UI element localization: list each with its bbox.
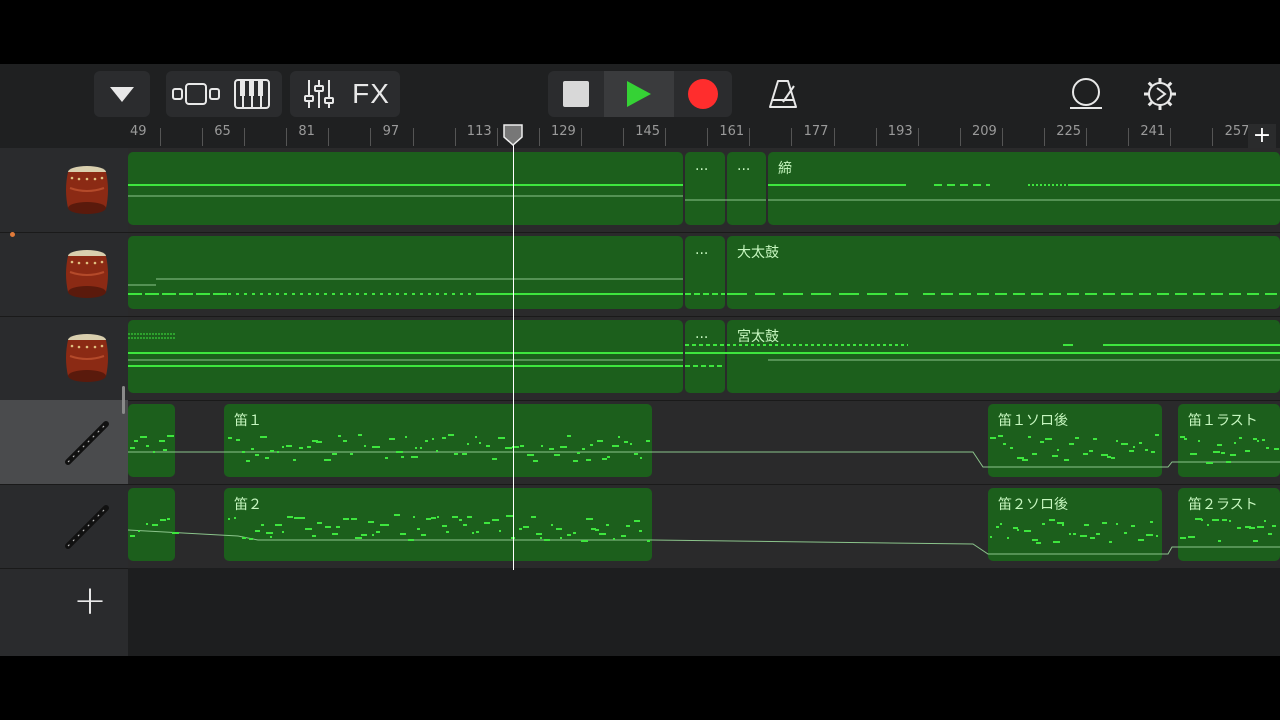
track-lane-taiko-1[interactable]: ... ... 締 (128, 148, 1280, 233)
playhead[interactable] (513, 134, 514, 570)
add-track-button[interactable]: + (60, 576, 120, 626)
bar-number-label: 209 (972, 124, 997, 139)
ruler-tick (1170, 128, 1172, 146)
track-lane-taiko-3[interactable]: ... 宮太鼓 (128, 316, 1280, 401)
midi-notes (128, 278, 1280, 295)
midi-notes (128, 434, 1280, 468)
ruler-tick (665, 128, 667, 146)
loop-icon (1070, 78, 1102, 109)
metronome-button[interactable] (758, 71, 808, 117)
record-icon (688, 79, 718, 109)
bar-number-label: 49 (130, 124, 147, 139)
ruler-tick (1212, 128, 1214, 146)
ruler-tick (707, 128, 709, 146)
bar-number-label: 193 (887, 124, 913, 139)
triangle-down-icon (110, 87, 134, 102)
stop-button[interactable] (548, 81, 604, 107)
taiko-drum-icon (66, 166, 108, 214)
ruler-tick (1044, 128, 1045, 146)
view-buttons-group (166, 71, 282, 117)
bar-number-label: 161 (719, 124, 745, 139)
ruler-tick (328, 128, 330, 146)
track-header-taiko-1[interactable] (0, 148, 128, 233)
plus-icon: + (1252, 123, 1272, 148)
tracks-view-icon (172, 83, 220, 105)
track-header-flute-1[interactable] (0, 400, 128, 485)
bar-number-label: 81 (298, 124, 315, 139)
ruler-tick (833, 128, 835, 146)
ruler-tick (875, 128, 877, 146)
track-lane-taiko-2[interactable]: ... 大太鼓 (128, 232, 1280, 317)
ruler-tick (538, 128, 540, 146)
plus-icon: + (73, 578, 107, 624)
taiko-drum-icon (66, 334, 108, 382)
keyboard-button[interactable] (224, 79, 280, 109)
record-button[interactable] (674, 78, 732, 110)
track-lanes[interactable]: ... ... 締 ... 大太鼓 ... 宮太鼓 笛１ 笛１ソロ後 笛１ラスト… (128, 148, 1280, 569)
ruler-tick (1002, 128, 1003, 146)
midi-notes (128, 514, 1280, 555)
add-section-button[interactable]: + (1248, 124, 1276, 148)
midi-notes (128, 184, 1280, 201)
bar-number-label: 129 (551, 124, 576, 139)
ruler-tick (370, 128, 372, 146)
loop-browser-button[interactable] (1062, 71, 1110, 117)
play-button[interactable] (604, 71, 674, 117)
ruler-tick (244, 128, 246, 146)
ruler-tick (454, 128, 456, 146)
bar-number-label: 65 (214, 124, 231, 139)
bar-number-label: 241 (1140, 124, 1166, 139)
track-header-taiko-2[interactable] (0, 232, 128, 317)
ruler-tick (959, 128, 961, 146)
garageband-app: FX 49 65 81 97 113 129 145 161 177 193 2… (0, 64, 1280, 656)
track-headers: + (0, 148, 128, 656)
ruler-tick (581, 128, 582, 146)
piano-keys-icon (234, 79, 270, 109)
taiko-drum-icon (66, 250, 108, 298)
ruler-tick (202, 128, 203, 146)
bar-number-label: 97 (382, 124, 400, 139)
timeline-ruler[interactable]: 49 65 81 97 113 129 145 161 177 193 209 225 241 257 (128, 124, 1280, 149)
sliders-icon (304, 80, 334, 108)
bar-number-label: 257 (1224, 124, 1250, 139)
mixer-fx-group: FX (290, 71, 400, 117)
bar-number-label: 177 (803, 124, 829, 139)
metronome-icon (769, 80, 797, 108)
track-header-flute-2[interactable] (0, 484, 128, 569)
ruler-tick (749, 128, 751, 146)
ruler-tick (1086, 128, 1088, 146)
bar-number-label: 225 (1056, 124, 1082, 139)
empty-track-area[interactable] (128, 568, 1280, 656)
ruler-tick (791, 128, 793, 146)
fx-button[interactable]: FX (345, 78, 397, 110)
ruler-tick (917, 128, 919, 146)
bar-number-label: 145 (635, 124, 661, 139)
scroll-indicator[interactable] (122, 386, 125, 414)
midi-notes (128, 333, 1280, 367)
ruler-tick (496, 128, 498, 146)
flute-icon (65, 505, 109, 549)
bar-number-label: 113 (466, 124, 492, 139)
play-icon (627, 81, 651, 107)
my-songs-dropdown-button[interactable] (94, 71, 150, 117)
gear-icon (1144, 78, 1176, 110)
transport-group (548, 71, 732, 117)
ruler-tick (412, 128, 414, 146)
ruler-tick (286, 128, 288, 146)
settings-button[interactable] (1136, 71, 1184, 117)
toolbar: FX (0, 64, 1280, 124)
track-header-taiko-3[interactable] (0, 316, 128, 401)
track-lane-flute-1[interactable]: 笛１ 笛１ソロ後 笛１ラスト (128, 400, 1280, 485)
ruler-tick (160, 128, 161, 146)
track-controls-button[interactable] (293, 78, 345, 110)
playhead-handle-icon[interactable] (502, 124, 524, 146)
tracks-view-button[interactable] (168, 81, 224, 107)
flute-icon (65, 421, 109, 465)
ruler-tick (623, 128, 624, 146)
stop-icon (563, 81, 589, 107)
ruler-tick (1128, 128, 1130, 146)
track-lane-flute-2[interactable]: 笛２ 笛２ソロ後 笛２ラスト (128, 484, 1280, 569)
